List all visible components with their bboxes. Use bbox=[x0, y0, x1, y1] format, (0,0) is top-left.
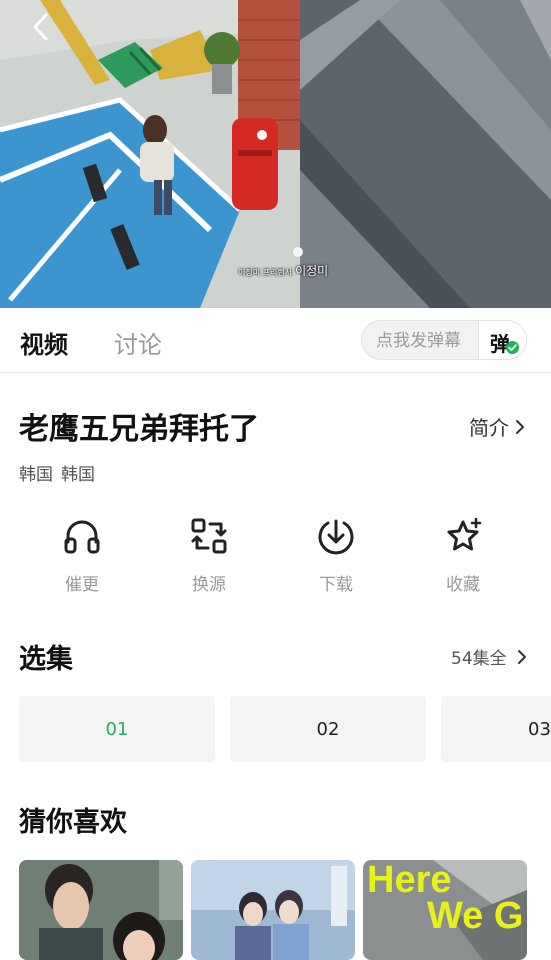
video-subtitle: 이정미 프리랜서 이정미 bbox=[238, 262, 328, 279]
video-player[interactable]: 이정미 프리랜서 이정미 bbox=[0, 0, 551, 308]
poster-1-image bbox=[19, 860, 183, 960]
headphones-icon bbox=[64, 520, 100, 554]
download-icon bbox=[318, 519, 354, 555]
intro-label: 简介 bbox=[469, 416, 509, 440]
switch-source-icon bbox=[191, 518, 227, 554]
urge-update-label: 催更 bbox=[65, 575, 99, 595]
show-tags: 韩国 韩国 bbox=[19, 460, 103, 485]
recommend-poster-1[interactable] bbox=[19, 860, 183, 960]
download-label: 下载 bbox=[319, 575, 353, 595]
episode-item[interactable]: 03 bbox=[441, 696, 551, 762]
switch-source-label: 换源 bbox=[192, 575, 226, 595]
show-title: 老鹰五兄弟拜托了 bbox=[19, 412, 259, 447]
danmu-input[interactable] bbox=[362, 321, 494, 359]
poster-2-image bbox=[191, 860, 355, 960]
tab-bar: 视频 讨论 弹 bbox=[0, 308, 551, 373]
tag-language: 韩国 bbox=[61, 465, 95, 485]
poster-3-title: Here We G bbox=[367, 860, 524, 937]
switch-source-button[interactable]: 换源 bbox=[164, 516, 254, 598]
download-button[interactable]: 下载 bbox=[291, 516, 381, 598]
favorite-button[interactable]: 收藏 bbox=[418, 516, 508, 598]
favorite-label: 收藏 bbox=[446, 575, 480, 595]
check-circle-icon bbox=[506, 341, 519, 354]
intro-link[interactable]: 简介 bbox=[469, 412, 525, 441]
danmu-box: 弹 bbox=[361, 320, 527, 360]
tag-region: 韩国 bbox=[19, 465, 53, 485]
urge-update-button[interactable]: 催更 bbox=[37, 516, 127, 598]
episode-item[interactable]: 01 bbox=[19, 696, 215, 762]
episodes-section-title: 选集 bbox=[19, 644, 73, 675]
episode-item[interactable]: 02 bbox=[230, 696, 426, 762]
recommend-poster-2[interactable] bbox=[191, 860, 355, 960]
all-episodes-label: 54集全 bbox=[451, 649, 507, 669]
chevron-left-icon bbox=[33, 13, 48, 41]
recommend-section-title: 猜你喜欢 bbox=[19, 807, 127, 838]
all-episodes-link[interactable]: 54集全 bbox=[451, 644, 527, 669]
subtitle-small-text: 이정미 프리랜서 bbox=[238, 268, 293, 277]
back-button[interactable] bbox=[30, 12, 62, 46]
danmu-toggle-button[interactable]: 弹 bbox=[478, 321, 526, 359]
chevron-right-icon bbox=[517, 649, 526, 664]
subtitle-name: 이정미 bbox=[295, 264, 329, 278]
recommend-poster-3[interactable]: Here We G bbox=[363, 860, 527, 960]
star-icon bbox=[447, 517, 482, 551]
tab-discussion[interactable]: 讨论 bbox=[114, 325, 162, 360]
chevron-right-icon bbox=[516, 419, 524, 434]
tab-video[interactable]: 视频 bbox=[20, 325, 68, 360]
